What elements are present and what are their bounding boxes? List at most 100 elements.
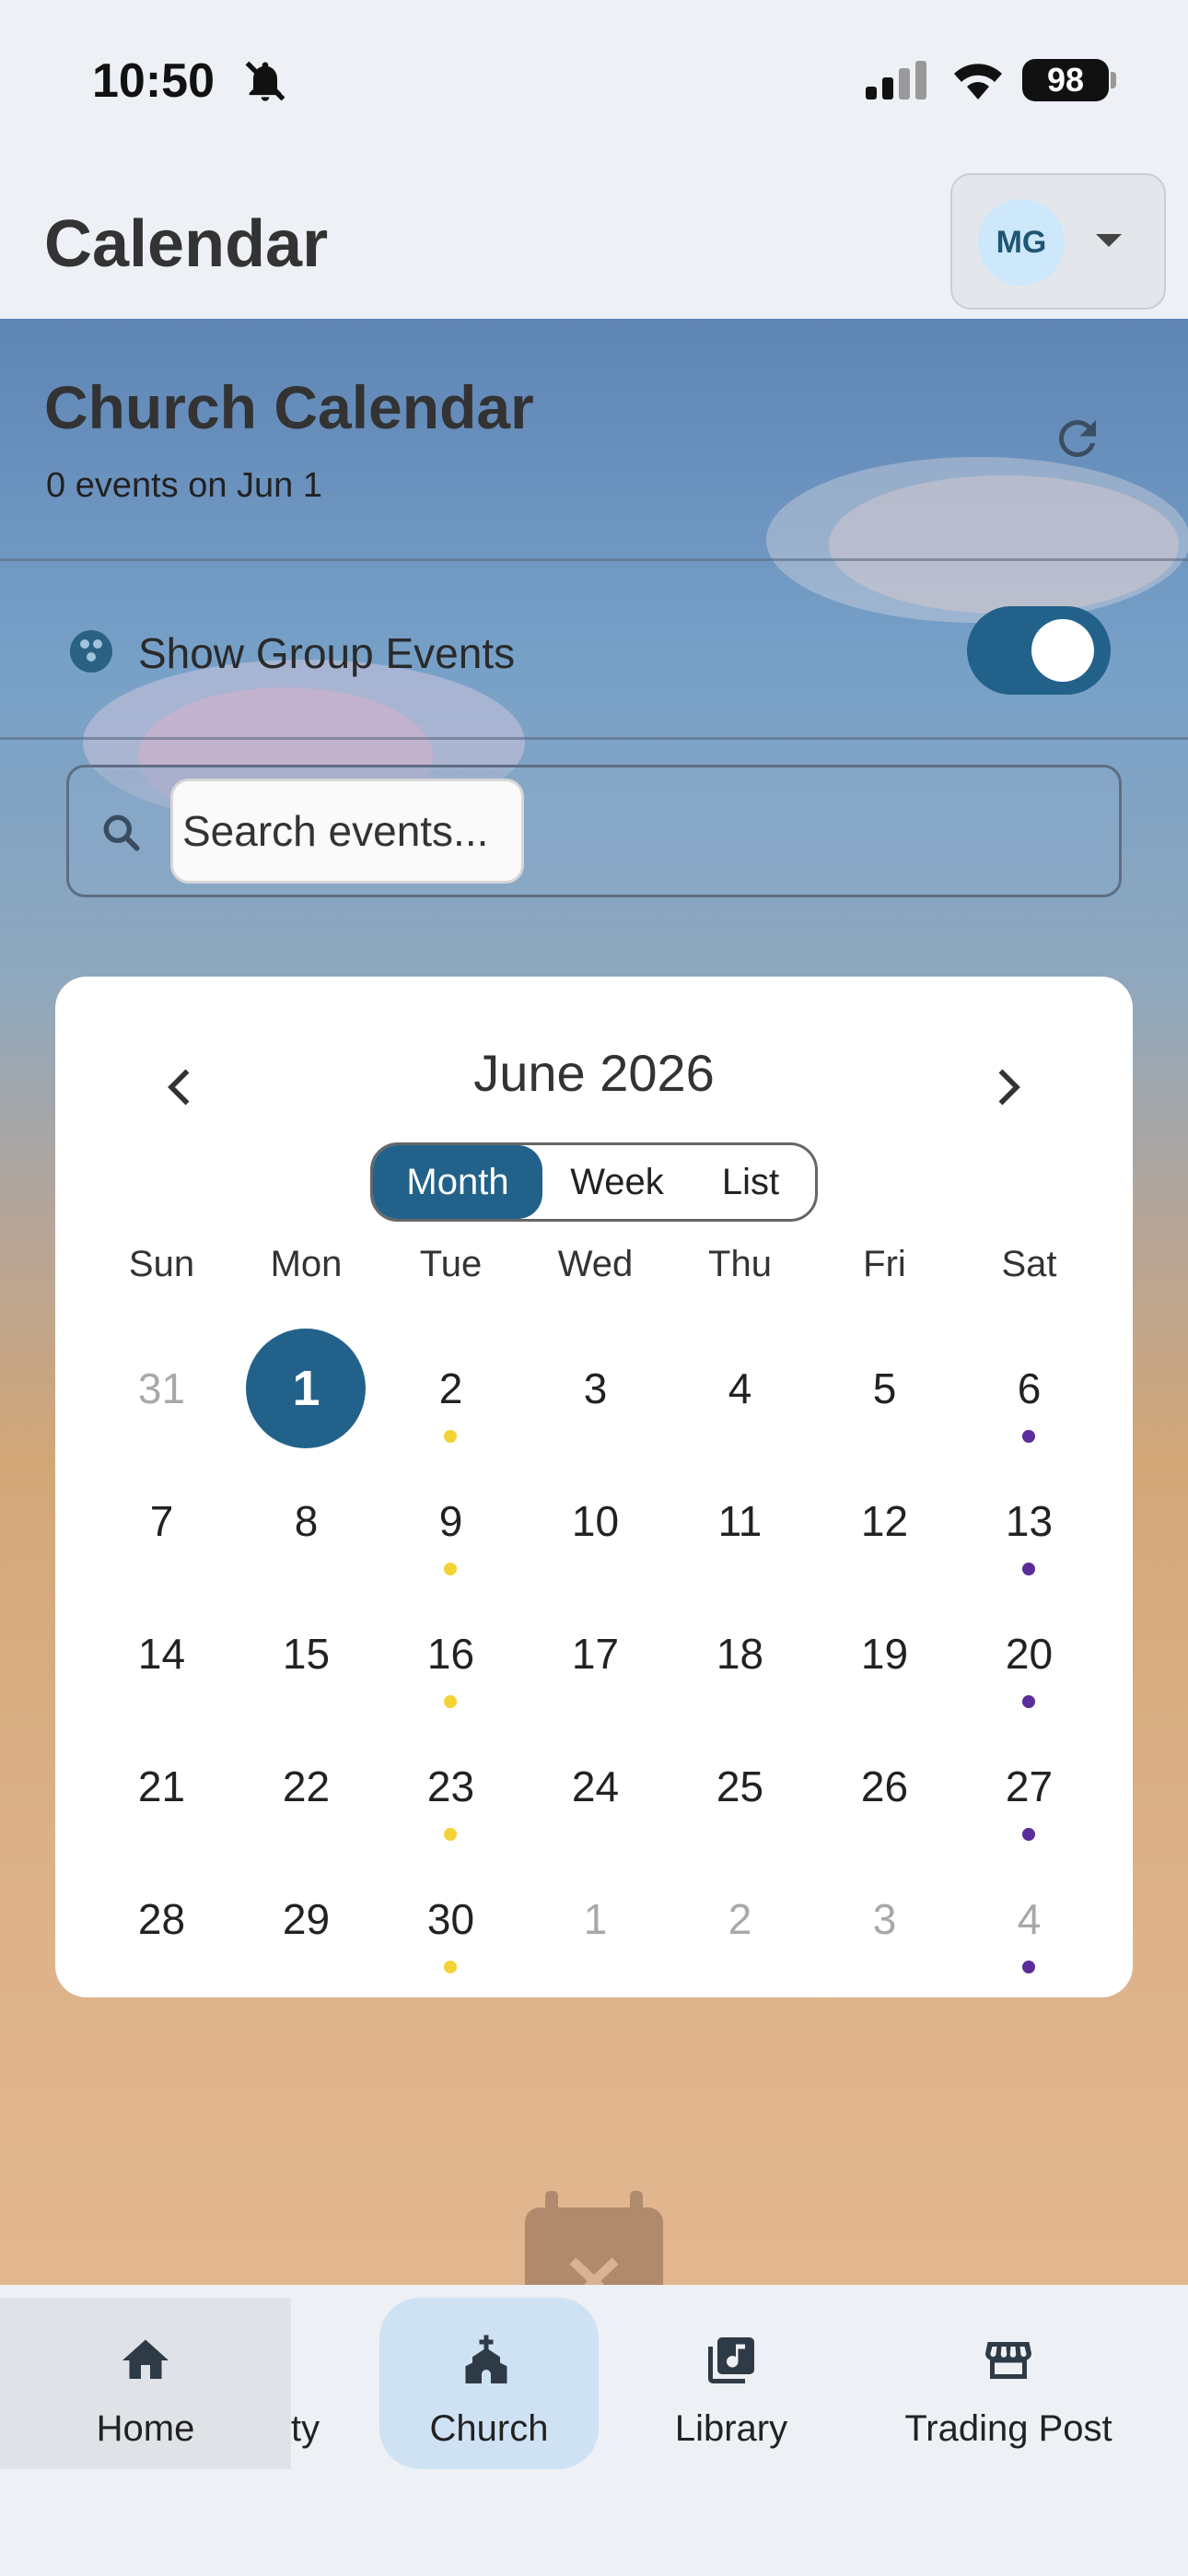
day-cell[interactable]: 19: [812, 1629, 957, 1679]
weekday-header: Sat: [1001, 1244, 1057, 1284]
user-menu-button[interactable]: MG: [950, 173, 1166, 310]
day-cell[interactable]: 2: [668, 1894, 812, 1944]
day-cell[interactable]: 21: [89, 1762, 234, 1811]
day-cell[interactable]: 23: [379, 1762, 523, 1811]
next-month-button[interactable]: [980, 1060, 1035, 1115]
event-dot: [1022, 1430, 1035, 1443]
refresh-icon[interactable]: [1050, 411, 1105, 466]
event-dot: [444, 1563, 457, 1575]
view-month-button[interactable]: Month: [373, 1145, 542, 1219]
caret-down-icon: [1096, 234, 1122, 247]
weekday-header: Sun: [128, 1244, 195, 1284]
show-group-events-toggle[interactable]: [967, 606, 1111, 695]
group-events-icon: [70, 630, 112, 673]
event-dot: [444, 1695, 457, 1708]
day-cell[interactable]: 16: [379, 1629, 523, 1679]
nav-trading-post[interactable]: Trading Post: [884, 2298, 1133, 2469]
library-music-icon: [708, 2337, 754, 2383]
day-cell[interactable]: 3: [812, 1894, 957, 1944]
nav-community[interactable]: ty: [291, 2298, 374, 2469]
day-cell[interactable]: 17: [523, 1629, 668, 1679]
day-cell[interactable]: 1: [523, 1894, 668, 1944]
divider: [0, 737, 1188, 740]
event-dot: [444, 1828, 457, 1841]
search-icon: [103, 814, 140, 851]
day-cell[interactable]: 9: [379, 1496, 523, 1546]
day-cell[interactable]: 28: [89, 1894, 234, 1944]
day-cell[interactable]: 8: [234, 1496, 379, 1546]
nav-trading-post-label: Trading Post: [904, 2408, 1112, 2449]
nav-community-label: ty: [291, 2408, 320, 2449]
event-dot: [1022, 1961, 1035, 1973]
day-cell[interactable]: 14: [89, 1629, 234, 1679]
nav-library[interactable]: Library: [648, 2298, 814, 2469]
month-title: June 2026: [473, 1044, 715, 1102]
day-cell[interactable]: 5: [812, 1364, 957, 1413]
event-dot: [1022, 1695, 1035, 1708]
app-header: Calendar MG: [0, 166, 1188, 319]
day-cell[interactable]: 22: [234, 1762, 379, 1811]
day-cell[interactable]: 2: [379, 1364, 523, 1413]
bell-muted-icon: [245, 61, 285, 101]
day-cell[interactable]: 29: [234, 1894, 379, 1944]
status-bar: 10:50 98: [0, 0, 1188, 166]
calendar-card: June 2026 Month Week List Sun Mon Tue We…: [55, 977, 1133, 1997]
day-cell[interactable]: 25: [668, 1762, 812, 1811]
day-cell[interactable]: 18: [668, 1629, 812, 1679]
weekday-header: Thu: [708, 1244, 772, 1284]
day-cell[interactable]: 4: [957, 1894, 1101, 1944]
day-cell[interactable]: 15: [234, 1629, 379, 1679]
day-cell[interactable]: 27: [957, 1762, 1101, 1811]
search-box: [66, 765, 1122, 897]
empty-calendar-icon: [525, 2191, 663, 2292]
battery-indicator: 98: [1022, 59, 1109, 101]
day-cell[interactable]: 7: [89, 1496, 234, 1546]
view-list-button[interactable]: List: [686, 1145, 815, 1219]
weekday-header: Tue: [419, 1244, 483, 1284]
day-cell[interactable]: 4: [668, 1364, 812, 1413]
status-time: 10:50: [92, 54, 215, 108]
home-icon: [122, 2339, 169, 2379]
event-dot: [1022, 1563, 1035, 1575]
event-dot: [444, 1430, 457, 1443]
weekday-header: Fri: [863, 1244, 906, 1284]
nav-home[interactable]: Home: [0, 2298, 291, 2469]
day-cell[interactable]: 3: [523, 1364, 668, 1413]
day-cell[interactable]: 20: [957, 1629, 1101, 1679]
nav-church[interactable]: Church: [379, 2298, 599, 2469]
view-week-button[interactable]: Week: [548, 1145, 686, 1219]
day-cell-selected[interactable]: 1: [234, 1360, 379, 1417]
divider: [0, 558, 1188, 561]
weekday-header: Wed: [557, 1244, 634, 1284]
weekday-header: Mon: [270, 1244, 343, 1284]
wifi-icon: [954, 64, 1002, 100]
cloud-decoration: [829, 475, 1179, 614]
bottom-navigation: Home ty Church Library Trading Post: [0, 2285, 1188, 2576]
day-cell[interactable]: 12: [812, 1496, 957, 1546]
day-cell[interactable]: 11: [668, 1496, 812, 1546]
day-cell[interactable]: 24: [523, 1762, 668, 1811]
signal-icon: [866, 61, 926, 100]
nav-church-label: Church: [429, 2408, 549, 2449]
day-cell[interactable]: 6: [957, 1364, 1101, 1413]
church-icon: [465, 2335, 507, 2383]
event-dot: [444, 1961, 457, 1973]
view-switcher: Month Week List: [370, 1142, 818, 1222]
section-title: Church Calendar: [44, 373, 534, 441]
page-title: Calendar: [44, 207, 329, 281]
day-cell[interactable]: 30: [379, 1894, 523, 1944]
events-count: 0 events on Jun 1: [46, 466, 322, 505]
day-cell[interactable]: 10: [523, 1496, 668, 1546]
search-input[interactable]: [170, 779, 524, 884]
event-dot: [1022, 1828, 1035, 1841]
day-cell[interactable]: 26: [812, 1762, 957, 1811]
toggle-knob: [1031, 619, 1094, 682]
day-cell[interactable]: 31: [89, 1364, 234, 1413]
avatar: MG: [978, 199, 1065, 286]
nav-home-label: Home: [96, 2408, 195, 2449]
day-cell[interactable]: 13: [957, 1496, 1101, 1546]
battery-nub: [1111, 72, 1116, 88]
nav-library-label: Library: [674, 2408, 788, 2449]
show-group-events-label: Show Group Events: [138, 629, 516, 677]
storefront-icon: [985, 2342, 1031, 2379]
